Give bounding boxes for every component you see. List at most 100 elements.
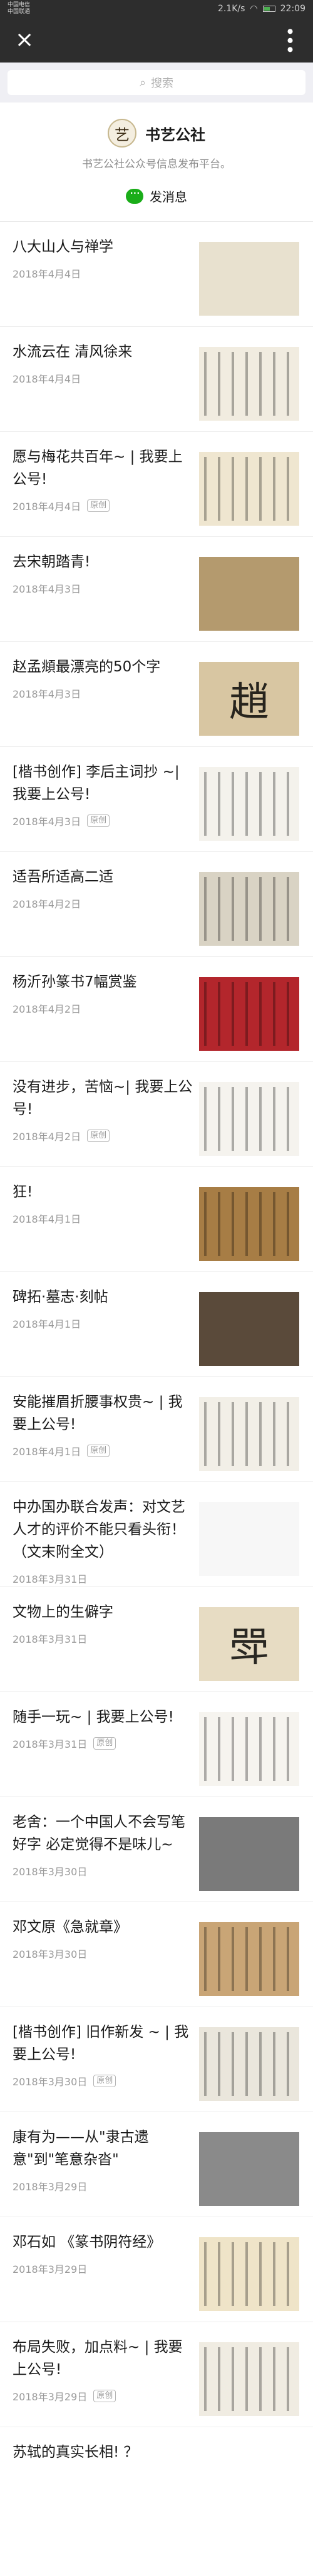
article-date: 2018年3月29日 [13,2180,88,2193]
article-date: 2018年3月30日 [13,1865,88,1878]
send-message-button[interactable]: 发消息 [126,186,187,205]
article-item[interactable]: 赵孟頫最漂亮的50个字 2018年4月3日 趙 [0,642,313,747]
article-item[interactable]: 水流云在 清风徐来 2018年4月4日 [0,327,313,432]
article-title[interactable]: 水流云在 清风徐来 [13,341,193,363]
article-thumbnail[interactable] [199,2237,299,2311]
article-title[interactable]: 去宋朝踏青! [13,551,193,573]
article-thumbnail[interactable]: 斝 [199,1606,299,1681]
article-thumbnail[interactable] [199,1186,299,1261]
search-placeholder: 搜索 [151,77,174,90]
article-item[interactable]: 安能摧眉折腰事权贵~ | 我要上公号! 2018年4月1日 原创 [0,1377,313,1482]
article-title[interactable]: 狂! [13,1181,193,1203]
calligraphy-texture [204,876,294,941]
article-item[interactable]: 碑拓·墓志·刻帖 2018年4月1日 [0,1272,313,1377]
article-item[interactable]: 随手一玩~ | 我要上公号! 2018年3月31日 原创 [0,1692,313,1797]
original-badge: 原创 [87,814,110,827]
article-thumbnail[interactable]: 趙 [199,661,299,736]
article-date: 2018年4月3日 [13,583,81,595]
article-thumbnail[interactable] [199,976,299,1051]
thumbnail-glyph: 趙 [229,679,269,726]
article-title[interactable]: 杨沂孙篆书7幅赏鉴 [13,971,193,993]
search-input[interactable]: ⌕ 搜索 [8,70,305,95]
article-title[interactable]: 文物上的生僻字 [13,1601,193,1623]
article-date: 2018年3月30日 [13,1948,88,1960]
article-title[interactable]: 赵孟頫最漂亮的50个字 [13,656,193,678]
article-item[interactable]: 八大山人与禅学 2018年4月4日 [0,222,313,327]
article-item[interactable]: 去宋朝踏青! 2018年4月3日 [0,537,313,642]
calligraphy-texture [204,981,294,1046]
article-title[interactable]: 随手一玩~ | 我要上公号! [13,1706,193,1728]
article-item[interactable]: [楷书创作] 旧作新发 ~ | 我要上公号! 2018年3月30日 原创 [0,2007,313,2112]
article-thumbnail[interactable] [199,2342,299,2416]
article-item[interactable]: 愿与梅花共百年~ | 我要上公号! 2018年4月4日 原创 [0,432,313,537]
account-header: 艺 书艺公社 书艺公社公众号信息发布平台。 发消息 [0,103,313,222]
article-title[interactable]: 老舍：一个中国人不会写笔好字 必定觉得不是味儿~ [13,1811,193,1856]
article-thumbnail[interactable] [199,1817,299,1891]
article-title[interactable]: 愿与梅花共百年~ | 我要上公号! [13,446,193,491]
article-thumbnail[interactable] [199,2132,299,2206]
article-item[interactable]: 中办国办联合发声：对文艺人才的评价不能只看头衔！（文末附全文） 2018年3月31… [0,1482,313,1587]
article-item[interactable]: 邓石如 《篆书阴符经》 2018年3月29日 [0,2217,313,2322]
article-meta: 2018年4月4日 [13,371,193,386]
article-item[interactable]: 适吾所适高二适 2018年4月2日 [0,852,313,957]
article-thumbnail[interactable] [199,871,299,946]
article-thumbnail[interactable] [199,1501,299,1576]
status-indicators: 2.1K/s ◠ 22:09 [218,4,305,14]
article-thumbnail[interactable] [199,2027,299,2101]
article-title[interactable]: 安能摧眉折腰事权贵~ | 我要上公号! [13,1391,193,1436]
article-title[interactable]: 没有进步，苦恼~| 我要上公号! [13,1076,193,1121]
article-item[interactable]: 文物上的生僻字 2018年3月31日 斝 [0,1587,313,1692]
article-item[interactable]: 杨沂孙篆书7幅赏鉴 2018年4月2日 [0,957,313,1062]
account-logo: 艺 [108,119,136,148]
article-title[interactable]: 适吾所适高二适 [13,866,193,888]
article-item[interactable]: 邓文原《急就章》 2018年3月30日 [0,1902,313,2007]
article-title[interactable]: 邓文原《急就章》 [13,1916,193,1938]
article-text: 愿与梅花共百年~ | 我要上公号! 2018年4月4日 原创 [13,446,193,513]
article-item[interactable]: 狂! 2018年4月1日 [0,1167,313,1272]
article-title[interactable]: 中办国办联合发声：对文艺人才的评价不能只看头衔！（文末附全文） [13,1496,193,1563]
article-item[interactable]: [楷书创作] 李后主词抄 ~| 我要上公号! 2018年4月3日 原创 [0,747,313,852]
article-title[interactable]: 八大山人与禅学 [13,236,193,258]
article-thumbnail[interactable] [199,1922,299,1996]
article-title[interactable]: 康有为——从"隶古遗意"到"笔意杂沓" [13,2126,193,2171]
nav-bar: × ••• [0,18,313,63]
article-item[interactable]: 老舍：一个中国人不会写笔好字 必定觉得不是味儿~ 2018年3月30日 [0,1797,313,1902]
article-text: 随手一玩~ | 我要上公号! 2018年3月31日 原创 [13,1706,193,1751]
article-meta: 2018年4月3日 原创 [13,813,193,828]
article-text: [楷书创作] 李后主词抄 ~| 我要上公号! 2018年4月3日 原创 [13,761,193,828]
article-title[interactable]: [楷书创作] 旧作新发 ~ | 我要上公号! [13,2021,193,2066]
partial-article-title[interactable]: 苏轼的真实长相! ？ [0,2427,313,2477]
article-date: 2018年4月3日 [13,688,81,700]
article-thumbnail[interactable] [199,451,299,526]
article-thumbnail[interactable] [199,766,299,841]
article-text: 康有为——从"隶古遗意"到"笔意杂沓" 2018年3月29日 [13,2126,193,2193]
article-thumbnail[interactable] [199,241,299,316]
article-thumbnail[interactable] [199,556,299,631]
article-date: 2018年4月4日 [13,268,81,280]
article-thumbnail[interactable] [199,1711,299,1786]
article-title[interactable]: [楷书创作] 李后主词抄 ~| 我要上公号! [13,761,193,806]
article-meta: 2018年3月29日 [13,2178,193,2193]
article-thumbnail[interactable] [199,1081,299,1156]
article-meta: 2018年3月30日 [13,1946,193,1961]
article-item[interactable]: 布局失败，加点料~ | 我要上公号! 2018年3月29日 原创 [0,2322,313,2427]
article-title[interactable]: 碑拓·墓志·刻帖 [13,1286,193,1308]
logo-char: 艺 [115,126,130,144]
send-message-label: 发消息 [150,189,187,204]
article-meta: 2018年4月2日 [13,1001,193,1016]
article-title[interactable]: 布局失败，加点料~ | 我要上公号! [13,2336,193,2381]
article-thumbnail[interactable] [199,1396,299,1471]
clock: 22:09 [280,4,305,14]
article-thumbnail[interactable] [199,346,299,421]
calligraphy-texture [204,2242,294,2306]
article-date: 2018年4月1日 [13,1445,81,1458]
article-item[interactable]: 没有进步，苦恼~| 我要上公号! 2018年4月2日 原创 [0,1062,313,1167]
article-title[interactable]: 邓石如 《篆书阴符经》 [13,2231,193,2253]
article-thumbnail[interactable] [199,1291,299,1366]
article-item[interactable]: 康有为——从"隶古遗意"到"笔意杂沓" 2018年3月29日 [0,2112,313,2217]
close-icon[interactable]: × [15,29,34,51]
more-icon[interactable]: ••• [279,26,300,54]
article-date: 2018年4月2日 [13,1130,81,1143]
account-description: 书艺公社公众号信息发布平台。 [82,158,231,171]
search-area: ⌕ 搜索 [0,63,313,103]
